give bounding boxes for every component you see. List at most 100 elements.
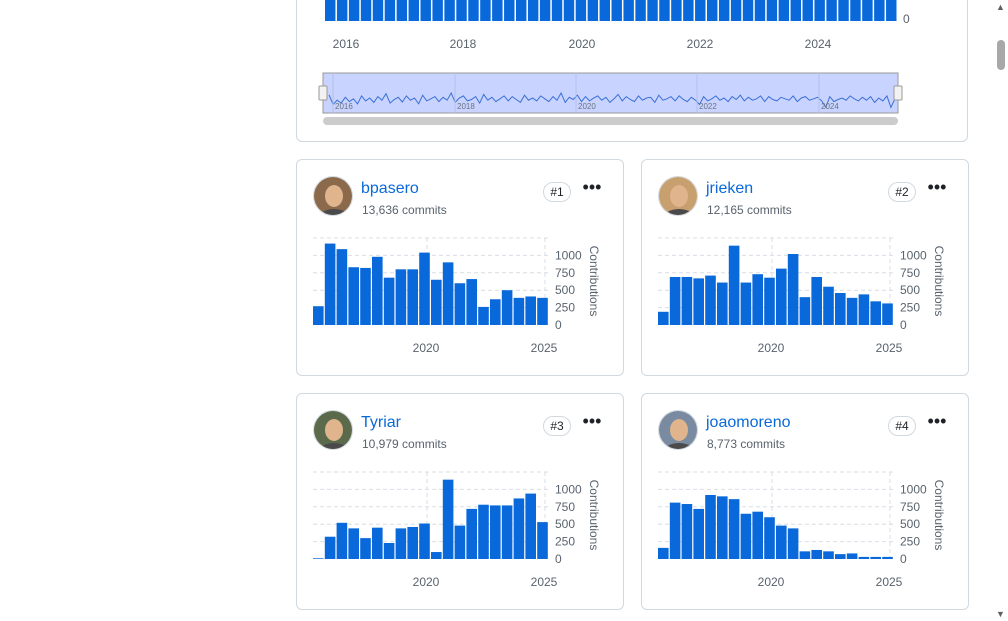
overview-bar bbox=[456, 0, 467, 21]
contribution-bar bbox=[717, 282, 728, 325]
contribution-bar bbox=[324, 536, 336, 559]
contribution-bar bbox=[811, 549, 822, 559]
x-tick-label: 2020 bbox=[758, 341, 785, 355]
contribution-bar bbox=[407, 526, 418, 559]
contribution-bar bbox=[313, 306, 324, 325]
scroll-down-icon[interactable]: ▼ bbox=[995, 609, 1006, 619]
overview-bar bbox=[826, 0, 837, 21]
contribution-bar bbox=[681, 276, 693, 325]
overview-bar bbox=[539, 0, 551, 21]
overview-bar bbox=[432, 0, 443, 21]
overview-bar bbox=[348, 0, 360, 21]
overview-bar bbox=[599, 0, 610, 21]
navigator-right-handle[interactable] bbox=[893, 85, 903, 101]
contribution-bar bbox=[360, 267, 371, 325]
overview-x-tick: 2018 bbox=[450, 37, 477, 51]
overview-bar bbox=[862, 0, 873, 21]
navigator-tick-label: 2018 bbox=[457, 102, 475, 111]
contribution-bar bbox=[478, 504, 489, 559]
contribution-bar bbox=[383, 277, 395, 325]
contribution-bar bbox=[419, 523, 430, 559]
contributor-login-link[interactable]: bpasero bbox=[361, 179, 419, 199]
contributor-login-link[interactable]: joaomoreno bbox=[706, 413, 791, 433]
overview-x-tick: 2022 bbox=[687, 37, 714, 51]
contribution-bar bbox=[799, 297, 811, 325]
contribution-bar bbox=[764, 517, 775, 559]
contributions-chart: 1000 750 500 250 0 2020 2025 Contributions bbox=[313, 471, 601, 589]
y-tick-label: 0 bbox=[900, 552, 907, 566]
contribution-bar bbox=[870, 556, 881, 559]
y-tick-label: 1000 bbox=[900, 482, 927, 496]
avatar-face bbox=[670, 185, 688, 207]
contribution-bar bbox=[313, 558, 324, 559]
overview-bar bbox=[336, 0, 348, 21]
avatar[interactable] bbox=[658, 410, 698, 450]
overview-bar bbox=[611, 0, 622, 21]
overview-bar bbox=[504, 0, 515, 21]
contribution-bar bbox=[740, 282, 752, 325]
x-tick-label: 2025 bbox=[876, 341, 903, 355]
contribution-bar bbox=[858, 294, 870, 325]
contribution-bar bbox=[787, 254, 799, 325]
contribution-bar bbox=[705, 275, 716, 325]
contributor-card: joaomoreno 8,773 commits #4 ••• 1000 750 5… bbox=[641, 393, 969, 610]
avatar[interactable] bbox=[658, 176, 698, 216]
contribution-bar bbox=[431, 552, 442, 559]
navigator-scrollbar[interactable] bbox=[323, 117, 898, 125]
scroll-up-icon[interactable]: ▲ bbox=[995, 2, 1006, 12]
overview-bar bbox=[790, 0, 801, 21]
y-tick-label: 250 bbox=[555, 535, 575, 549]
avatar[interactable] bbox=[313, 410, 353, 450]
overview-bar bbox=[695, 0, 706, 21]
contribution-bar bbox=[717, 496, 728, 559]
contribution-bar bbox=[537, 522, 548, 559]
overview-bar bbox=[886, 0, 897, 21]
overview-bar bbox=[563, 0, 575, 21]
contribution-bar bbox=[372, 527, 383, 559]
contribution-bar bbox=[395, 269, 407, 325]
contributor-login-link[interactable]: Tyriar bbox=[361, 413, 401, 433]
contribution-bar bbox=[478, 306, 489, 325]
contributions-chart: 1000 750 500 250 0 2020 2025 Contributions bbox=[658, 471, 946, 589]
more-options-icon[interactable]: ••• bbox=[581, 178, 603, 199]
contribution-bar bbox=[858, 556, 870, 559]
contribution-bar bbox=[442, 262, 454, 325]
contributions-chart: 1000 750 500 250 0 2020 2025 Contributions bbox=[313, 237, 601, 355]
page-scrollbar[interactable]: ▲ ▼ bbox=[993, 0, 1008, 621]
avatar[interactable] bbox=[313, 176, 353, 216]
x-tick-label: 2025 bbox=[531, 341, 558, 355]
contribution-bar bbox=[870, 301, 881, 325]
overview-bars bbox=[325, 0, 897, 21]
more-options-icon[interactable]: ••• bbox=[926, 412, 948, 433]
overview-bar bbox=[683, 0, 694, 21]
y-tick-label: 750 bbox=[555, 266, 575, 280]
contribution-bar bbox=[669, 502, 681, 559]
overview-bar bbox=[671, 0, 682, 21]
overview-bar bbox=[396, 0, 408, 21]
more-options-icon[interactable]: ••• bbox=[581, 412, 603, 433]
more-options-icon[interactable]: ••• bbox=[926, 178, 948, 199]
overview-bar bbox=[742, 0, 754, 21]
contribution-bar bbox=[835, 554, 846, 559]
overview-bar bbox=[707, 0, 718, 21]
y-tick-label: 500 bbox=[555, 283, 575, 297]
contribution-bar bbox=[454, 283, 466, 325]
contribution-bar bbox=[407, 269, 418, 325]
contribution-bar bbox=[537, 297, 548, 325]
contribution-bar bbox=[466, 508, 477, 559]
overview-bar bbox=[874, 0, 885, 21]
navigator-window[interactable] bbox=[322, 72, 899, 114]
contribution-bar bbox=[324, 243, 336, 325]
navigator-left-handle[interactable] bbox=[318, 85, 328, 101]
scrollbar-thumb[interactable] bbox=[997, 40, 1005, 70]
y-tick-label: 1000 bbox=[555, 482, 582, 496]
contribution-bar bbox=[669, 276, 681, 325]
contribution-bar bbox=[454, 525, 466, 559]
overview-bar bbox=[325, 0, 336, 21]
navigator-tick-label: 2022 bbox=[699, 102, 717, 111]
contributor-login-link[interactable]: jrieken bbox=[706, 179, 753, 199]
contribution-bar bbox=[419, 252, 430, 325]
contribution-bar bbox=[799, 551, 811, 559]
contribution-bar bbox=[348, 267, 359, 325]
overview-bar bbox=[468, 0, 479, 21]
